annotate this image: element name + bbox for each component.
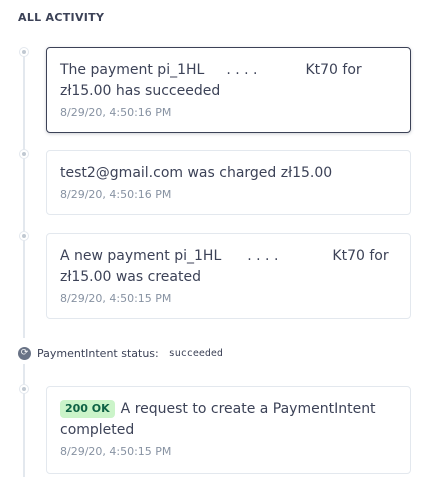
event-description-line2: zł15.00 was created: [60, 269, 201, 285]
activity-card-payment-created[interactable]: A new payment pi_1HL . . . . Kt70 for zł15…: [46, 233, 411, 319]
event-timestamp: 8/29/20, 4:50:15 PM: [60, 445, 172, 458]
activity-card-payment-succeeded[interactable]: The payment pi_1HL . . . . Kt70 for zł15.0…: [46, 47, 411, 133]
payment-id-suffix: Kt70 for: [332, 248, 389, 264]
request-text-line2: completed: [60, 422, 135, 438]
event-timestamp: 8/29/20, 4:50:16 PM: [60, 106, 172, 119]
activity-card-charge[interactable]: test2@gmail.com was charged zł15.00 8/29…: [46, 150, 411, 215]
redacted-dots: . . . .: [247, 248, 279, 264]
event-description: The payment pi_1HL . . . . Kt70 for zł15.0…: [60, 60, 397, 102]
event-description: test2@gmail.com was charged zł15.00: [60, 165, 333, 181]
request-description: 200 OK A request to create a PaymentInten…: [60, 399, 397, 441]
event-timestamp: 8/29/20, 4:50:15 PM: [60, 292, 172, 305]
payment-id-prefix: The payment pi_1HL: [60, 62, 205, 78]
timeline-dot: [20, 48, 28, 56]
section-title: ALL ACTIVITY: [18, 11, 105, 24]
event-description: A new payment pi_1HL . . . . Kt70 for zł15…: [60, 246, 397, 288]
timeline-line: [23, 52, 25, 338]
payment-id-prefix: A new payment pi_1HL: [60, 248, 222, 264]
status-value: succeeded: [168, 347, 223, 359]
payment-id-suffix: Kt70 for: [305, 62, 362, 78]
paymentintent-icon: ⟳: [18, 346, 31, 360]
event-timestamp: 8/29/20, 4:50:16 PM: [60, 188, 172, 201]
status-label: PaymentIntent status:: [37, 346, 159, 360]
redacted-dots: . . . .: [226, 62, 258, 78]
timeline-dot: [20, 385, 28, 393]
status-change-row: ⟳ PaymentIntent status: succeeded: [18, 346, 223, 360]
timeline-dot: [20, 232, 28, 240]
status-badge: 200 OK: [60, 400, 115, 418]
request-text-line1: A request to create a PaymentIntent: [120, 401, 376, 417]
timeline-line: [23, 364, 25, 477]
activity-card-request[interactable]: 200 OK A request to create a PaymentInten…: [46, 386, 411, 474]
event-description-line2: zł15.00 has succeeded: [60, 83, 221, 99]
timeline-dot: [20, 150, 28, 158]
